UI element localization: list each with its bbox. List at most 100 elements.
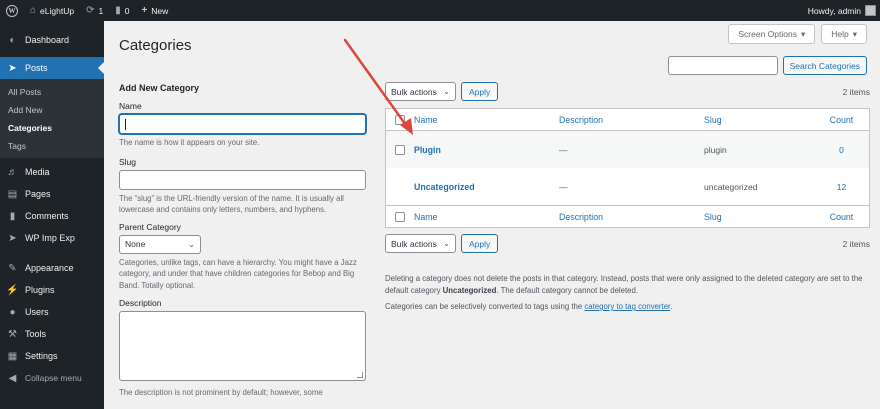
search-box: Search Categories — [667, 56, 867, 75]
account-menu[interactable]: Howdy, admin — [802, 0, 880, 21]
slug-field[interactable] — [119, 169, 366, 190]
submenu-all-posts[interactable]: All Posts — [0, 83, 104, 101]
category-description: — — [559, 181, 568, 192]
category-to-tag-converter-link[interactable]: category to tag converter — [584, 302, 670, 311]
name-field[interactable] — [119, 114, 366, 134]
plus-icon: + — [141, 4, 148, 16]
category-count-link[interactable]: 0 — [814, 145, 869, 155]
sidebar-item-label: Pages — [25, 189, 51, 199]
submenu-add-new[interactable]: Add New — [0, 101, 104, 119]
convert-note: Categories can be selectively converted … — [385, 301, 870, 313]
form-heading: Add New Category — [119, 83, 200, 93]
category-slug: plugin — [704, 144, 727, 155]
submenu-categories[interactable]: Categories — [0, 119, 104, 137]
column-name-footer[interactable]: Name — [414, 212, 559, 222]
comments-menu[interactable]: ▮ 0 — [109, 0, 135, 21]
apply-button[interactable]: Apply — [461, 82, 499, 101]
column-slug-header[interactable]: Slug — [704, 115, 814, 125]
resize-handle-icon[interactable] — [357, 372, 363, 378]
users-icon: ● — [9, 306, 16, 318]
chevron-down-icon: ⌄ — [188, 239, 195, 249]
wrench-icon: ⚒ — [8, 328, 17, 340]
main-content: Screen Options ▾ Help ▾ Categories Searc… — [104, 21, 880, 409]
screen-options-button[interactable]: Screen Options ▾ — [728, 24, 816, 44]
sidebar-item-comments[interactable]: ▮ Comments — [0, 205, 104, 227]
category-name-link[interactable]: Plugin — [414, 145, 559, 155]
sidebar-item-label: Tools — [25, 329, 47, 339]
apply-button[interactable]: Apply — [461, 234, 499, 253]
column-slug-footer[interactable]: Slug — [704, 212, 814, 222]
column-description-footer[interactable]: Description — [559, 212, 704, 222]
category-name-link[interactable]: Uncategorized — [414, 182, 559, 192]
name-label: Name — [119, 101, 142, 111]
comment-bubble-icon: ▮ — [115, 4, 121, 16]
default-category-name: Uncategorized — [442, 285, 497, 295]
description-help: The description is not prominent by defa… — [119, 388, 323, 397]
table-header-row: Name Description Slug Count — [386, 109, 869, 131]
search-input[interactable] — [667, 56, 778, 75]
collapse-menu-button[interactable]: ◀ Collapse menu — [0, 367, 104, 389]
updates-menu[interactable]: ⟳ 1 — [80, 0, 109, 21]
categories-table: Name Description Slug Count Plugin — plu… — [385, 108, 870, 228]
settings-icon: ▦ — [7, 350, 18, 362]
sidebar-item-settings[interactable]: ▦ Settings — [0, 345, 104, 367]
table-row: Uncategorized — uncategorized 12 — [386, 168, 869, 205]
plugin-icon: ⚡ — [6, 284, 19, 296]
posts-submenu: All Posts Add New Categories Tags — [0, 79, 104, 158]
select-all-checkbox[interactable] — [395, 211, 405, 222]
parent-category-label: Parent Category — [119, 221, 181, 232]
sidebar-item-dashboard[interactable]: ◐ Dashboard — [0, 29, 104, 51]
caret-down-icon: ▾ — [800, 28, 806, 39]
pin-icon: ➤ — [8, 62, 17, 74]
chevron-down-icon: ⌄ — [443, 87, 450, 96]
media-icon: ♬ — [7, 166, 18, 178]
slug-help: The “slug” is the URL-friendly version o… — [119, 193, 344, 215]
help-button[interactable]: Help ▾ — [821, 24, 867, 44]
caret-down-icon: ▾ — [852, 28, 857, 39]
howdy-text: Howdy, admin — [807, 5, 861, 16]
sidebar-item-label: Comments — [25, 211, 69, 221]
category-notes: Deleting a category does not delete the … — [385, 273, 870, 318]
items-count: 2 items — [842, 238, 870, 249]
collapse-icon: ◀ — [8, 372, 17, 384]
sidebar-item-posts[interactable]: ➤ Posts — [0, 57, 104, 79]
new-content-menu[interactable]: + New — [135, 0, 174, 21]
items-count: 2 items — [842, 86, 870, 97]
bulk-actions-select[interactable]: Bulk actions ⌄ — [385, 234, 456, 253]
table-row: Plugin — plugin 0 — [386, 131, 869, 168]
chevron-down-icon: ⌄ — [443, 239, 450, 248]
submenu-tags[interactable]: Tags — [0, 137, 104, 155]
row-checkbox[interactable] — [395, 144, 405, 155]
sidebar-item-users[interactable]: ● Users — [0, 301, 104, 323]
sidebar-item-appearance[interactable]: ✎ Appearance — [0, 257, 104, 279]
column-count-header[interactable]: Count — [814, 115, 869, 125]
sidebar-item-media[interactable]: ♬ Media — [0, 161, 104, 183]
sidebar-item-label: Collapse menu — [25, 373, 82, 383]
note-text: Categories can be selectively converted … — [385, 302, 585, 311]
name-help: The name is how it appears on your site. — [119, 138, 260, 147]
search-categories-button[interactable]: Search Categories — [782, 56, 867, 75]
sidebar-item-label: Dashboard — [25, 35, 70, 45]
parent-category-select[interactable]: None ⌄ — [119, 234, 201, 254]
note-text: . The default category cannot be deleted… — [496, 285, 638, 295]
delete-note: Deleting a category does not delete the … — [385, 273, 870, 296]
screen-options-label: Screen Options — [738, 29, 797, 39]
sidebar-item-label: Posts — [25, 63, 48, 73]
sidebar-item-tools[interactable]: ⚒ Tools — [0, 323, 104, 345]
sidebar-item-label: Appearance — [25, 263, 74, 273]
home-icon: ⌂ — [30, 4, 37, 16]
sidebar-item-plugins[interactable]: ⚡ Plugins — [0, 279, 104, 301]
category-count-link[interactable]: 12 — [814, 182, 869, 192]
site-name-menu[interactable]: ⌂ eLightUp — [24, 0, 80, 21]
column-count-footer[interactable]: Count — [814, 212, 869, 222]
avatar — [865, 5, 876, 16]
sidebar-item-label: Plugins — [25, 285, 55, 295]
wp-logo-menu[interactable]: W — [0, 0, 24, 21]
column-name-header[interactable]: Name — [414, 115, 559, 125]
column-description-header[interactable]: Description — [559, 115, 704, 125]
sidebar-item-pages[interactable]: ▤ Pages — [0, 183, 104, 205]
sidebar-item-wp-imp-exp[interactable]: ➤ WP Imp Exp — [0, 227, 104, 249]
description-textarea[interactable] — [119, 311, 366, 381]
updates-count: 1 — [98, 5, 104, 16]
tablenav-top: Bulk actions ⌄ Apply 2 items — [385, 82, 870, 101]
